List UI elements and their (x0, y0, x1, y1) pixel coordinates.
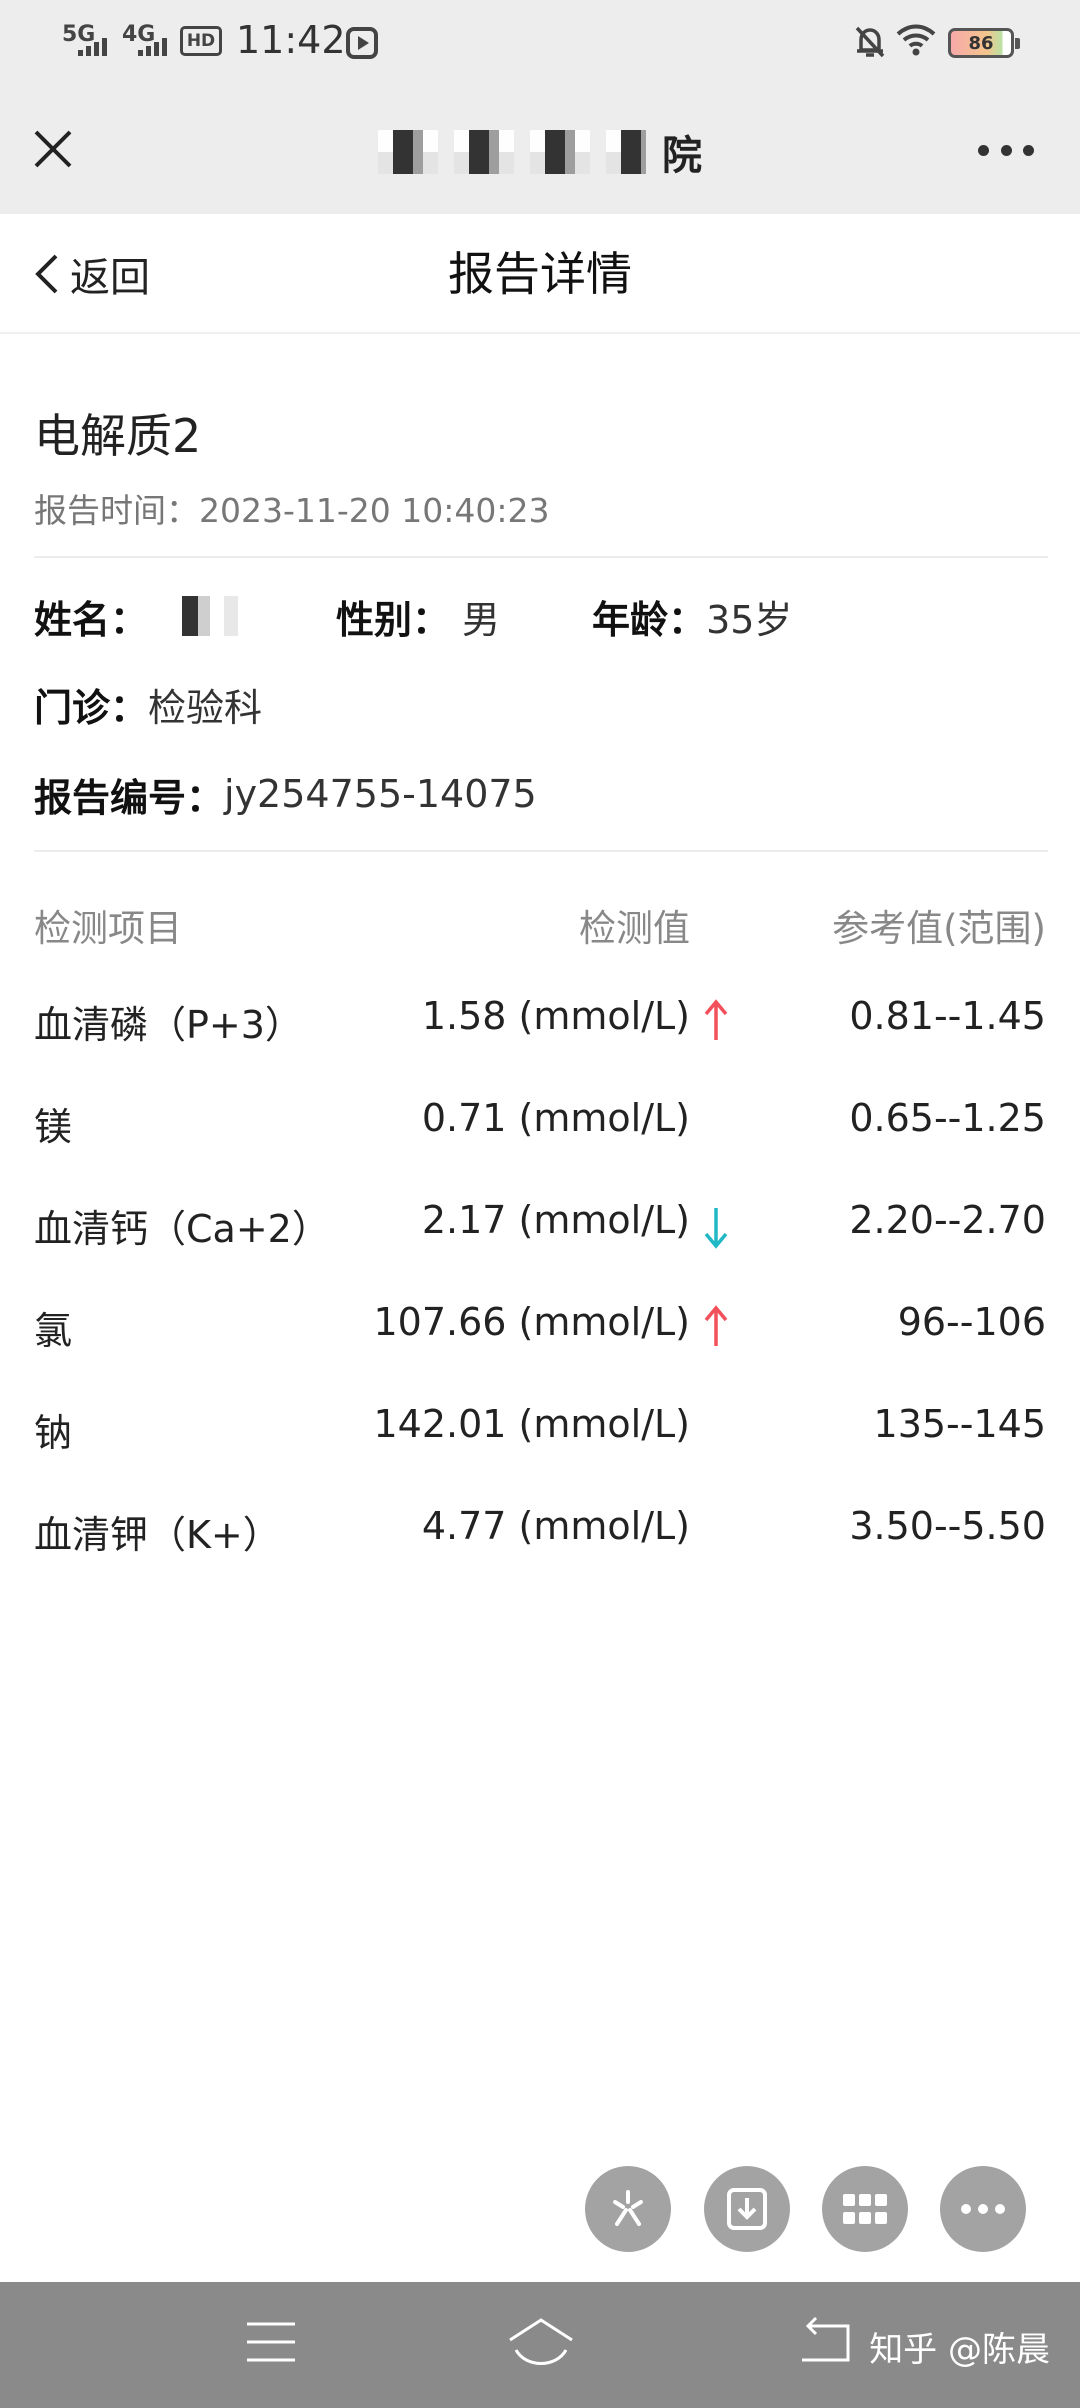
sparkle-icon (613, 2190, 643, 2226)
test-value: 4.77 (mmol/L) (421, 1504, 690, 1548)
signal-icon (78, 36, 107, 56)
system-nav-bar: 知乎 @陈晨 (0, 2282, 1080, 2408)
name-label: 姓名： (34, 597, 149, 642)
screen-record-icon (346, 27, 378, 59)
patient-info-row-3: 报告编号： jy254755-14075 (34, 766, 537, 822)
flag-placeholder (700, 1398, 732, 1458)
table-row: 氯 107.66 (mmol/L) 96--106 (0, 1296, 1080, 1360)
report-number-value: jy254755-14075 (224, 772, 537, 816)
table-row: 血清钙（Ca+2） 2.17 (mmol/L) 2.20--2.70 (0, 1194, 1080, 1258)
header-value: 检测值 (579, 907, 690, 950)
redacted-text (606, 130, 646, 174)
report-time-value: 2023-11-20 10:40:23 (199, 491, 550, 530)
wifi-icon (896, 24, 936, 56)
hd-voice-badge: HD (180, 26, 222, 56)
back-system-icon[interactable] (796, 2316, 852, 2368)
status-time: 11:42 (236, 18, 346, 62)
status-bar: 5G 4G HD 11:42 86 (0, 0, 1080, 84)
close-icon[interactable] (32, 128, 74, 170)
report-number-label: 报告编号： (34, 775, 225, 820)
header-item: 检测项目 (34, 907, 182, 950)
flag-placeholder (700, 1500, 732, 1560)
more-dots-icon (961, 2204, 1005, 2214)
age-value: 35岁 (706, 597, 793, 642)
battery-level: 86 (968, 32, 994, 54)
more-actions-button[interactable] (940, 2166, 1026, 2252)
test-item-name: 镁 (34, 1105, 73, 1149)
redacted-text (454, 130, 514, 174)
grid-icon (843, 2194, 887, 2224)
patient-info-row-1: 姓名： 性别： 男 年龄： 35岁 (34, 588, 792, 644)
watermark: 知乎 @陈晨 (869, 2330, 1050, 2370)
reference-range: 3.50--5.50 (849, 1504, 1046, 1548)
header-reference: 参考值(范围) (832, 907, 1046, 950)
reference-range: 0.65--1.25 (849, 1096, 1046, 1140)
redacted-patient-name (166, 596, 247, 636)
mute-bell-icon (855, 26, 885, 58)
gender-label: 性别： (336, 597, 451, 642)
report-title: 电解质2 (34, 409, 202, 463)
reference-range: 96--106 (897, 1300, 1046, 1344)
test-item-name: 钠 (34, 1411, 73, 1455)
test-value: 1.58 (mmol/L) (421, 994, 690, 1038)
arrow-up-icon (704, 1305, 728, 1346)
arrow-down-icon (704, 1208, 728, 1249)
hospital-name: 院 (320, 124, 760, 180)
test-item-name: 氯 (34, 1309, 73, 1353)
apps-grid-button[interactable] (822, 2166, 908, 2252)
clinic-label: 门诊： (34, 685, 149, 730)
redacted-text (530, 130, 590, 174)
results-table-header: 检测项目 检测值 参考值(范围) (0, 898, 1080, 954)
test-value: 107.66 (mmol/L) (373, 1300, 690, 1344)
table-row: 钠 142.01 (mmol/L) 135--145 (0, 1398, 1080, 1462)
redacted-text (378, 130, 438, 174)
menu-icon[interactable] (245, 2316, 297, 2368)
more-options-icon[interactable] (978, 140, 1034, 160)
home-icon[interactable] (506, 2316, 576, 2372)
table-row: 血清磷（P+3） 1.58 (mmol/L) 0.81--1.45 (0, 990, 1080, 1054)
back-button[interactable]: 返回 (32, 244, 150, 304)
flag-placeholder (700, 1092, 732, 1152)
gender-value: 男 (462, 597, 501, 642)
divider (34, 556, 1048, 558)
download-button[interactable] (704, 2166, 790, 2252)
patient-info-row-2: 门诊： 检验科 (34, 676, 262, 732)
test-value: 2.17 (mmol/L) (421, 1198, 690, 1242)
wechat-header: 院 (0, 84, 1080, 214)
battery-icon: 86 (948, 28, 1020, 58)
divider (34, 850, 1048, 852)
page-nav-bar: 报告详情 返回 (0, 214, 1080, 334)
download-icon (727, 2188, 767, 2230)
test-item-name: 血清钾（K+） (34, 1513, 281, 1557)
reference-range: 0.81--1.45 (849, 994, 1046, 1038)
test-item-name: 血清磷（P+3） (34, 1003, 303, 1047)
table-row: 镁 0.71 (mmol/L) 0.65--1.25 (0, 1092, 1080, 1156)
clinic-value: 检验科 (148, 685, 263, 730)
table-row: 血清钾（K+） 4.77 (mmol/L) 3.50--5.50 (0, 1500, 1080, 1564)
hospital-name-last-char: 院 (662, 133, 702, 179)
mini-program-button[interactable] (585, 2166, 671, 2252)
arrow-up-icon (704, 999, 728, 1040)
age-label: 年龄： (592, 597, 707, 642)
page-title: 报告详情 (448, 247, 632, 301)
report-time: 报告时间：2023-11-20 10:40:23 (34, 484, 549, 532)
test-value: 142.01 (mmol/L) (373, 1402, 690, 1446)
reference-range: 135--145 (873, 1402, 1046, 1446)
test-value: 0.71 (mmol/L) (421, 1096, 690, 1140)
test-item-name: 血清钙（Ca+2） (34, 1207, 330, 1251)
report-time-label: 报告时间： (34, 491, 199, 530)
back-label: 返回 (70, 255, 150, 301)
signal-icon (138, 36, 167, 56)
reference-range: 2.20--2.70 (849, 1198, 1046, 1242)
chevron-left-icon (35, 254, 58, 294)
